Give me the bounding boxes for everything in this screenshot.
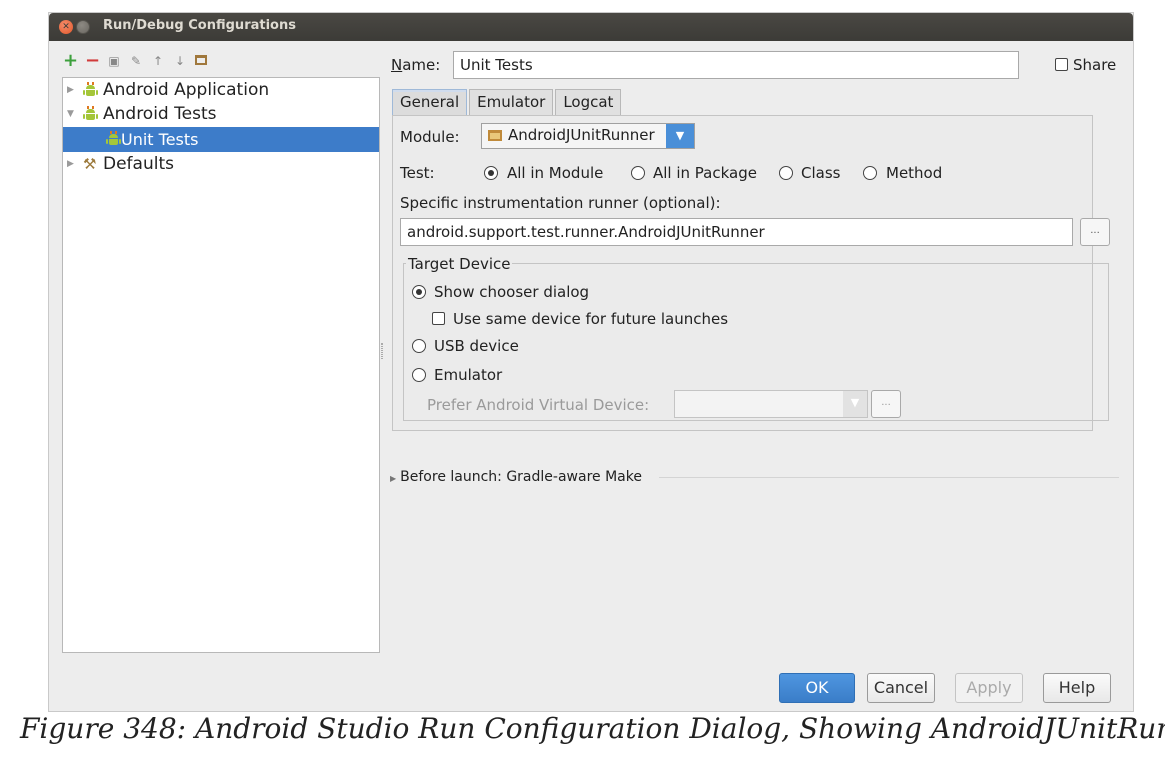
radio-method[interactable] bbox=[863, 166, 877, 180]
help-button[interactable]: Help bbox=[1043, 673, 1111, 703]
ok-button[interactable]: OK bbox=[779, 673, 855, 703]
cancel-button[interactable]: Cancel bbox=[867, 673, 935, 703]
all-in-package-label: All in Package bbox=[653, 164, 757, 182]
runner-input[interactable]: android.support.test.runner.AndroidJUnit… bbox=[400, 218, 1073, 246]
chevron-down-icon[interactable]: ▼ bbox=[666, 124, 694, 148]
runner-browse-button[interactable]: ... bbox=[1080, 218, 1110, 246]
all-in-module-label: All in Module bbox=[507, 164, 604, 182]
usb-device-label: USB device bbox=[434, 337, 519, 355]
test-label: Test: bbox=[400, 164, 435, 182]
move-down-icon[interactable]: ↓ bbox=[173, 53, 187, 69]
method-label: Method bbox=[886, 164, 943, 182]
expand-arrow-icon[interactable]: ▶ bbox=[67, 78, 74, 103]
window-title: Run/Debug Configurations bbox=[103, 18, 296, 33]
android-icon bbox=[83, 106, 98, 120]
tree-item-label: Android Application bbox=[103, 80, 270, 100]
name-input[interactable]: Unit Tests bbox=[453, 51, 1019, 79]
tab-general[interactable]: General bbox=[392, 89, 468, 116]
show-chooser-label: Show chooser dialog bbox=[434, 283, 590, 301]
run-debug-dialog: ✕ Run/Debug Configurations + − ▣ ✎ ↑ ↓ ▶… bbox=[48, 12, 1134, 712]
tree-item-unit-tests[interactable]: Unit Tests bbox=[63, 127, 379, 152]
emulator-label: Emulator bbox=[434, 366, 503, 384]
config-tabs: General Emulator Logcat bbox=[392, 89, 623, 116]
edit-defaults-icon[interactable]: ✎ bbox=[129, 53, 143, 69]
copy-icon[interactable]: ▣ bbox=[107, 53, 121, 69]
tree-item-label: Android Tests bbox=[103, 104, 217, 124]
runner-label: Specific instrumentation runner (optiona… bbox=[400, 194, 721, 212]
target-device-title: Target Device bbox=[406, 255, 513, 273]
tree-item-label: Unit Tests bbox=[121, 130, 199, 149]
name-label-text: ame: bbox=[402, 56, 441, 74]
module-select[interactable]: AndroidJUnitRunner ▼ bbox=[481, 123, 695, 149]
share-label: Share bbox=[1073, 56, 1117, 74]
title-bar: ✕ Run/Debug Configurations bbox=[49, 13, 1133, 41]
wrench-icon: ⚒ bbox=[83, 155, 97, 173]
tree-item-android-tests[interactable]: ▼ Android Tests bbox=[63, 102, 379, 127]
tree-item-android-application[interactable]: ▶ Android Application bbox=[63, 78, 379, 103]
config-toolbar: + − ▣ ✎ ↑ ↓ bbox=[63, 51, 209, 71]
minimize-window-button[interactable] bbox=[76, 20, 90, 34]
collapse-arrow-icon[interactable]: ▼ bbox=[67, 102, 74, 127]
same-device-checkbox[interactable] bbox=[432, 312, 445, 325]
expand-arrow-icon[interactable]: ▶ bbox=[67, 152, 74, 177]
close-window-button[interactable]: ✕ bbox=[59, 20, 73, 34]
tree-item-label: Defaults bbox=[103, 154, 174, 174]
class-label: Class bbox=[801, 164, 841, 182]
folder-icon[interactable] bbox=[195, 53, 209, 69]
add-icon[interactable]: + bbox=[63, 52, 78, 70]
move-up-icon[interactable]: ↑ bbox=[151, 53, 165, 69]
module-label: Module: bbox=[400, 128, 460, 146]
remove-icon[interactable]: − bbox=[85, 52, 100, 70]
name-label: Name: bbox=[391, 56, 441, 74]
android-icon bbox=[83, 82, 98, 96]
tab-logcat[interactable]: Logcat bbox=[555, 89, 622, 116]
before-launch-label: Before launch: Gradle-aware Make bbox=[400, 469, 642, 485]
configuration-tree: ▶ Android Application ▼ Android Tests Un… bbox=[62, 77, 380, 653]
radio-show-chooser[interactable] bbox=[412, 285, 426, 299]
avd-browse-button[interactable]: ... bbox=[871, 390, 901, 418]
avd-select[interactable]: ▼ bbox=[674, 390, 868, 418]
figure-caption: Figure 348: Android Studio Run Configura… bbox=[20, 712, 1165, 745]
splitter-handle[interactable] bbox=[381, 343, 383, 359]
before-launch-toggle[interactable]: ▶ Before launch: Gradle-aware Make bbox=[390, 469, 642, 485]
apply-button[interactable]: Apply bbox=[955, 673, 1023, 703]
module-icon bbox=[488, 130, 502, 141]
same-device-label: Use same device for future launches bbox=[453, 310, 729, 328]
tree-item-defaults[interactable]: ▶ ⚒ Defaults bbox=[63, 152, 379, 177]
android-icon bbox=[106, 131, 121, 145]
tab-emulator[interactable]: Emulator bbox=[469, 89, 554, 116]
prefer-avd-label: Prefer Android Virtual Device: bbox=[427, 396, 650, 414]
share-checkbox[interactable] bbox=[1055, 58, 1068, 71]
module-select-value: AndroidJUnitRunner bbox=[508, 126, 655, 144]
radio-all-in-module[interactable] bbox=[484, 166, 498, 180]
radio-class[interactable] bbox=[779, 166, 793, 180]
divider bbox=[659, 477, 1119, 478]
radio-usb-device[interactable] bbox=[412, 339, 426, 353]
expand-arrow-icon: ▶ bbox=[390, 474, 397, 483]
radio-emulator[interactable] bbox=[412, 368, 426, 382]
chevron-down-icon[interactable]: ▼ bbox=[843, 391, 867, 417]
radio-all-in-package[interactable] bbox=[631, 166, 645, 180]
